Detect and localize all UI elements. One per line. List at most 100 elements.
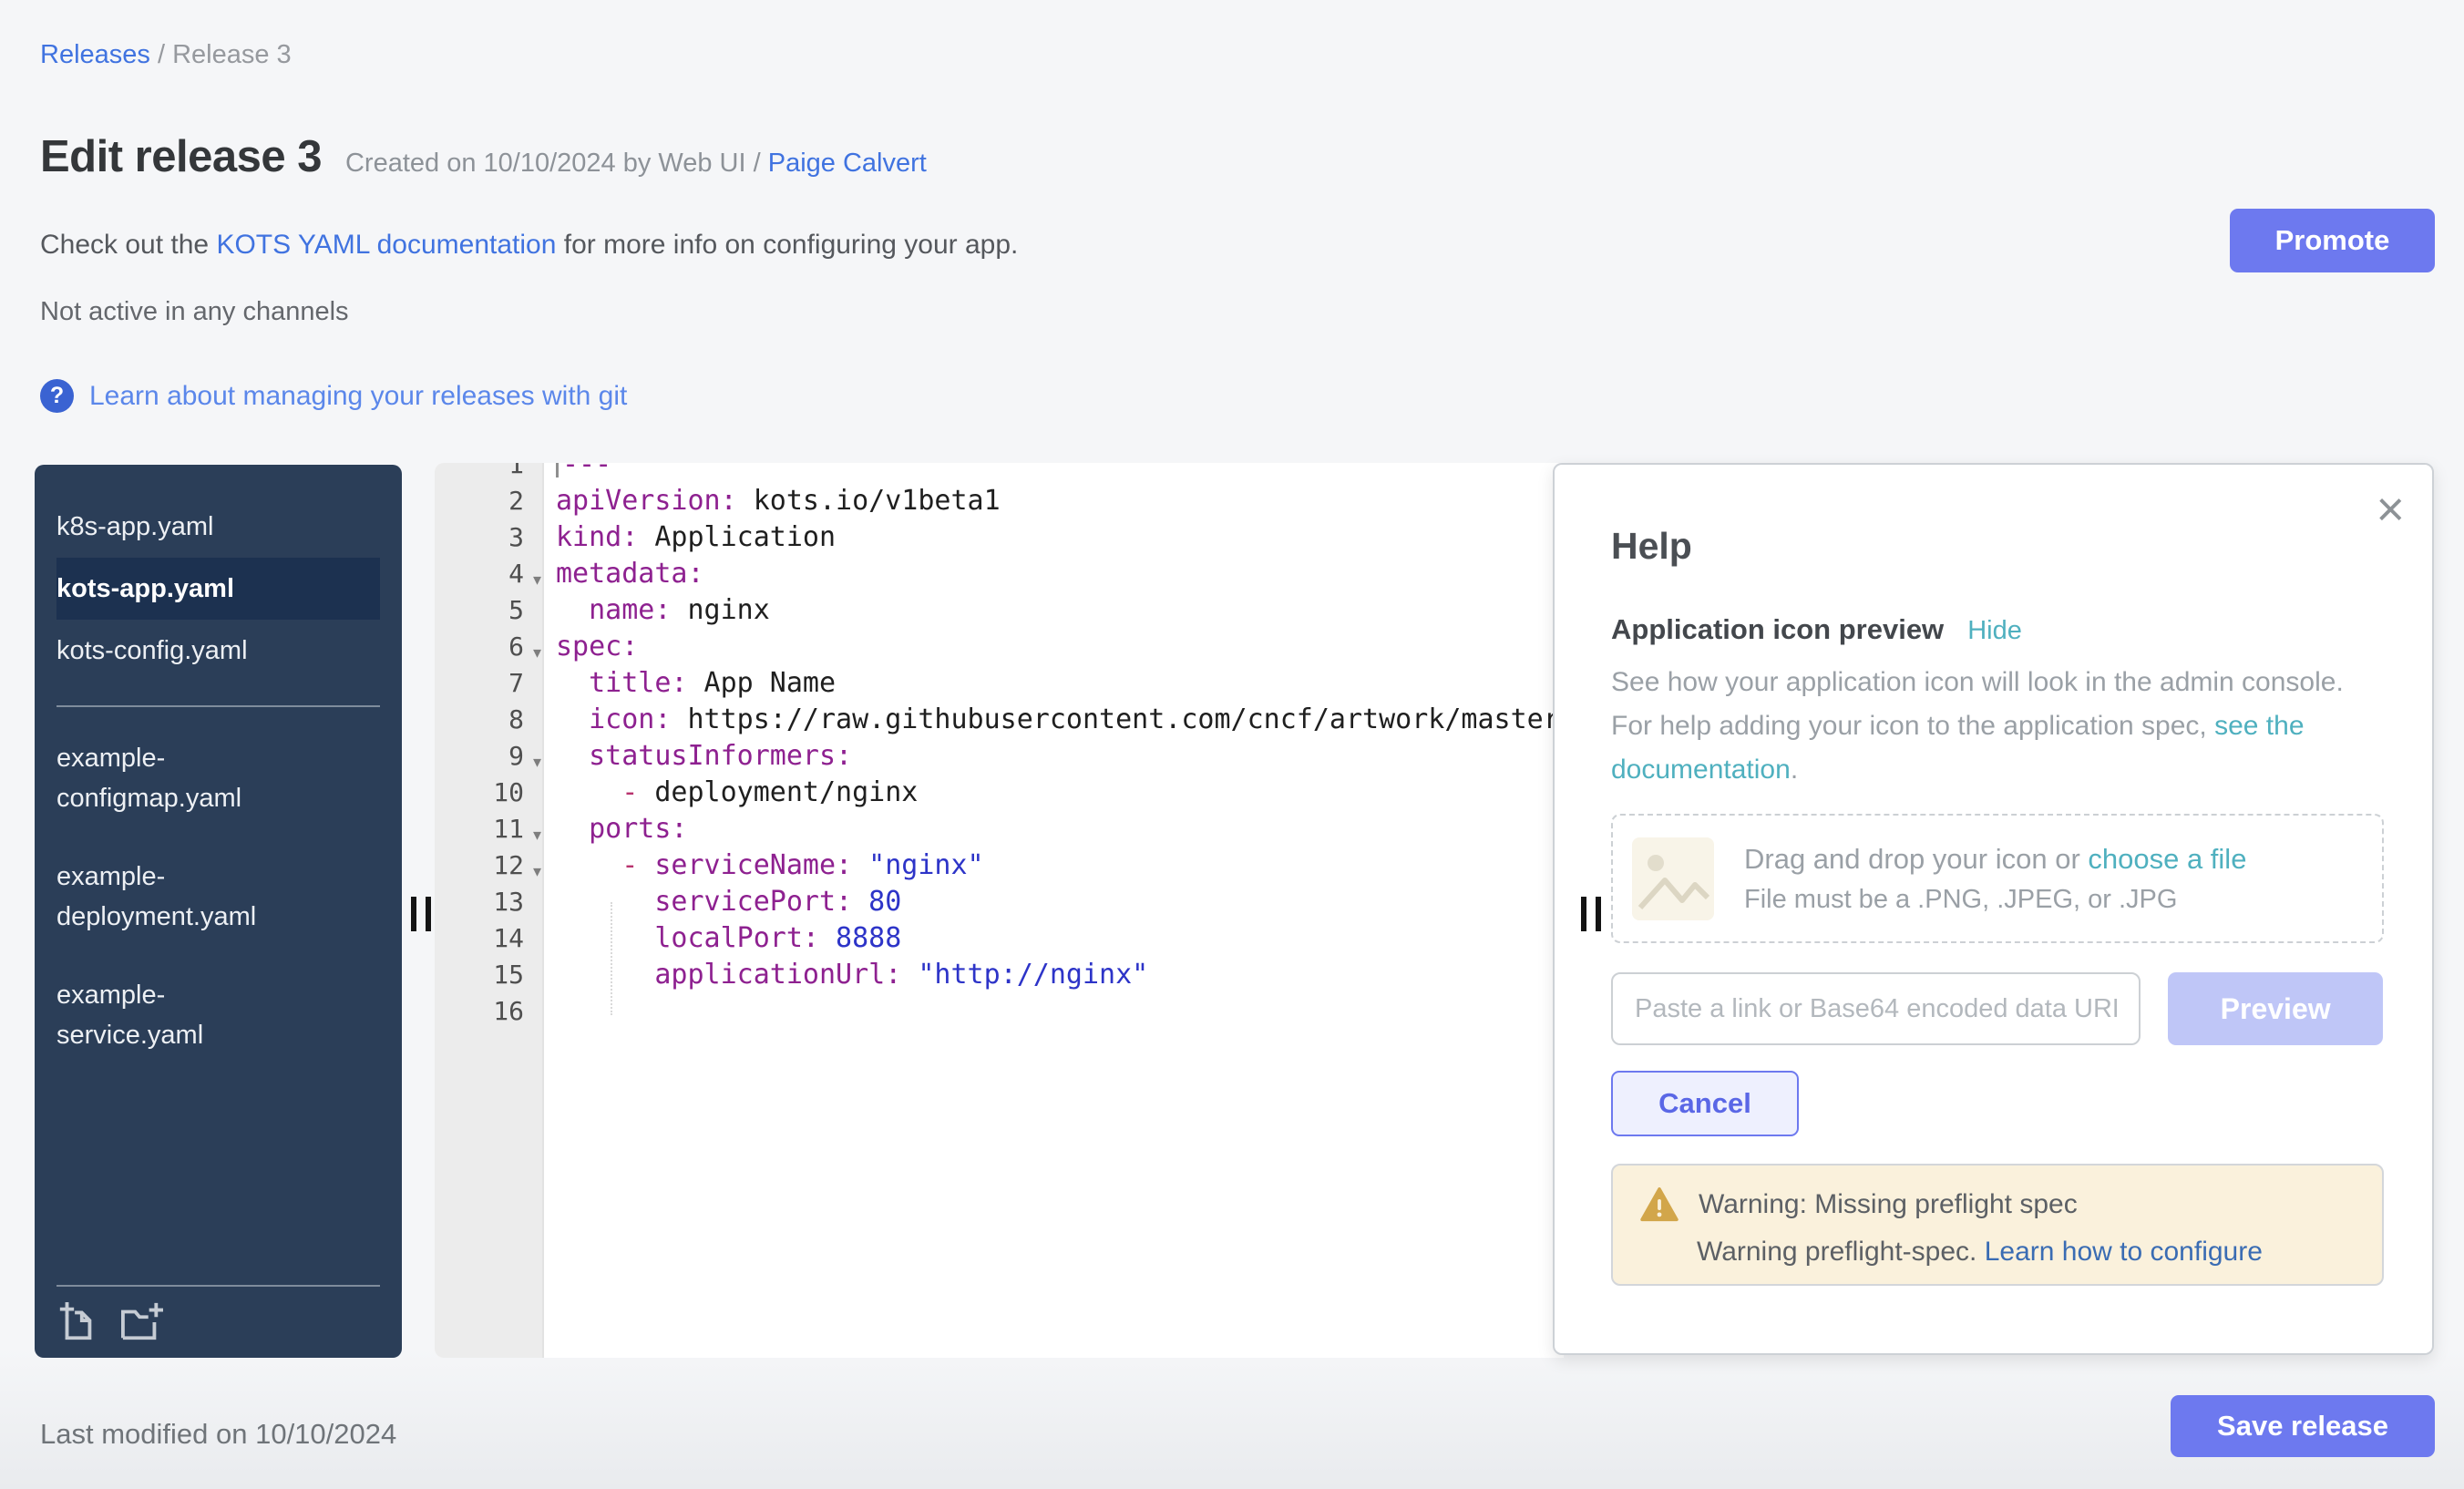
code-text: - deployment/nginx	[544, 775, 918, 811]
code-line[interactable]: 14 localPort: 8888	[435, 920, 1564, 957]
pane-resize-handle-right[interactable]	[1581, 897, 1601, 931]
warning-configure-link[interactable]: Learn how to configure	[1985, 1237, 2263, 1267]
code-text: ports:	[544, 811, 688, 847]
code-text: servicePort: 80	[544, 884, 901, 920]
line-number: 1	[435, 463, 544, 483]
sidebar-actions	[56, 1285, 380, 1343]
line-number: 14	[435, 920, 544, 957]
code-text: - serviceName: "nginx"	[544, 847, 984, 884]
code-line[interactable]: 12 - serviceName: "nginx"	[435, 847, 1564, 884]
sidebar-file[interactable]: example-deployment.yaml	[56, 849, 284, 944]
line-number: 13	[435, 884, 544, 920]
code-line[interactable]: 5 name: nginx	[435, 592, 1564, 629]
code-line[interactable]: 2apiVersion: kots.io/v1beta1	[435, 483, 1564, 519]
file-group-examples: example-configmap.yaml example-deployment…	[35, 731, 402, 1063]
doc-hint-suffix: for more info on configuring your app.	[556, 230, 1018, 260]
line-number: 9	[435, 738, 544, 775]
line-number: 2	[435, 483, 544, 519]
code-text	[544, 993, 556, 1030]
code-text: spec:	[544, 629, 638, 665]
breadcrumb-separator: /	[150, 40, 172, 69]
add-folder-icon[interactable]	[118, 1301, 166, 1343]
text-cursor	[556, 463, 559, 478]
code-line[interactable]: 6spec:	[435, 629, 1564, 665]
code-text: name: nginx	[544, 592, 770, 629]
code-line[interactable]: 15 applicationUrl: "http://nginx"	[435, 957, 1564, 993]
hide-link[interactable]: Hide	[1967, 616, 2022, 646]
code-text: apiVersion: kots.io/v1beta1	[544, 483, 1001, 519]
code-text: metadata:	[544, 556, 704, 592]
line-number: 4	[435, 556, 544, 592]
image-placeholder-icon	[1631, 837, 1715, 921]
line-number: 6	[435, 629, 544, 665]
icon-preview-title: Application icon preview	[1611, 613, 1944, 646]
doc-hint-prefix: Check out the	[40, 230, 216, 260]
created-text: Created on 10/10/2024 by Web UI /	[345, 149, 768, 178]
channel-status: Not active in any channels	[40, 297, 349, 327]
promote-button[interactable]: Promote	[2230, 209, 2435, 272]
description-period: .	[1791, 755, 1798, 785]
warning-title: Warning: Missing preflight spec	[1699, 1189, 2078, 1220]
sidebar-file[interactable]: example-service.yaml	[56, 968, 284, 1063]
add-file-icon[interactable]	[56, 1301, 98, 1343]
sidebar-file[interactable]: kots-app.yaml	[56, 558, 380, 620]
code-line[interactable]: 16	[435, 993, 1564, 1030]
warning-text: Warning preflight-spec.	[1697, 1237, 1985, 1267]
code-text: statusInformers:	[544, 738, 852, 775]
code-line[interactable]: 8 icon: https://raw.githubusercontent.co…	[435, 702, 1564, 738]
code-line[interactable]: 3kind: Application	[435, 519, 1564, 556]
line-number: 12	[435, 847, 544, 884]
line-number: 11	[435, 811, 544, 847]
icon-url-input[interactable]	[1611, 972, 2141, 1045]
created-author-link[interactable]: Paige Calvert	[768, 149, 927, 178]
save-release-button[interactable]: Save release	[2171, 1395, 2435, 1457]
line-number: 3	[435, 519, 544, 556]
pane-resize-handle-left[interactable]	[411, 897, 431, 931]
help-title: Help	[1611, 525, 2383, 568]
warning-box: Warning: Missing preflight spec Warning …	[1611, 1164, 2384, 1286]
help-panel: × Help Application icon preview Hide See…	[1553, 463, 2434, 1355]
sidebar-divider	[56, 705, 380, 707]
file-sidebar: k8s-app.yamlkots-app.yamlkots-config.yam…	[35, 465, 402, 1358]
code-text: applicationUrl: "http://nginx"	[544, 957, 1148, 993]
code-text: ---	[544, 463, 611, 483]
cancel-button[interactable]: Cancel	[1611, 1071, 1799, 1136]
breadcrumb: Releases / Release 3	[40, 40, 292, 70]
breadcrumb-releases-link[interactable]: Releases	[40, 40, 150, 69]
icon-dropzone[interactable]: Drag and drop your icon or choose a file…	[1611, 814, 2384, 943]
code-line[interactable]: 1---	[435, 463, 1564, 483]
warning-icon	[1640, 1187, 1679, 1222]
question-icon: ?	[40, 379, 74, 413]
git-help-link[interactable]: Learn about managing your releases with …	[89, 381, 627, 412]
code-text: localPort: 8888	[544, 920, 901, 957]
doc-hint: Check out the KOTS YAML documentation fo…	[40, 230, 1018, 261]
title-row: Edit release 3 Created on 10/10/2024 by …	[40, 131, 927, 182]
code-line[interactable]: 7 title: App Name	[435, 665, 1564, 702]
code-text: icon: https://raw.githubusercontent.com/…	[544, 702, 1564, 738]
yaml-editor[interactable]: 1---2apiVersion: kots.io/v1beta13kind: A…	[435, 463, 1564, 1358]
kots-doc-link[interactable]: KOTS YAML documentation	[216, 230, 556, 260]
code-line[interactable]: 9 statusInformers:	[435, 738, 1564, 775]
code-line[interactable]: 11 ports:	[435, 811, 1564, 847]
close-icon[interactable]: ×	[2376, 485, 2405, 534]
git-help-row: ? Learn about managing your releases wit…	[40, 379, 627, 413]
line-number: 16	[435, 993, 544, 1030]
code-line[interactable]: 13 servicePort: 80	[435, 884, 1564, 920]
code-rows: 1---2apiVersion: kots.io/v1beta13kind: A…	[435, 463, 1564, 1030]
sidebar-file[interactable]: k8s-app.yaml	[56, 496, 380, 558]
code-line[interactable]: 10 - deployment/nginx	[435, 775, 1564, 811]
sidebar-file[interactable]: example-configmap.yaml	[56, 731, 284, 826]
code-line[interactable]: 4metadata:	[435, 556, 1564, 592]
line-number: 5	[435, 592, 544, 629]
last-modified: Last modified on 10/10/2024	[40, 1418, 396, 1451]
file-group-app: k8s-app.yamlkots-app.yamlkots-config.yam…	[35, 496, 402, 682]
sidebar-actions-divider	[56, 1285, 380, 1287]
sidebar-file[interactable]: kots-config.yaml	[56, 620, 380, 682]
line-number: 7	[435, 665, 544, 702]
created-info: Created on 10/10/2024 by Web UI / Paige …	[345, 149, 927, 179]
dropzone-hint: File must be a .PNG, .JPEG, or .JPG	[1744, 885, 2246, 915]
breadcrumb-current: Release 3	[172, 40, 292, 69]
line-number: 8	[435, 702, 544, 738]
preview-button[interactable]: Preview	[2168, 972, 2383, 1045]
choose-file-link[interactable]: choose a file	[2088, 843, 2246, 875]
